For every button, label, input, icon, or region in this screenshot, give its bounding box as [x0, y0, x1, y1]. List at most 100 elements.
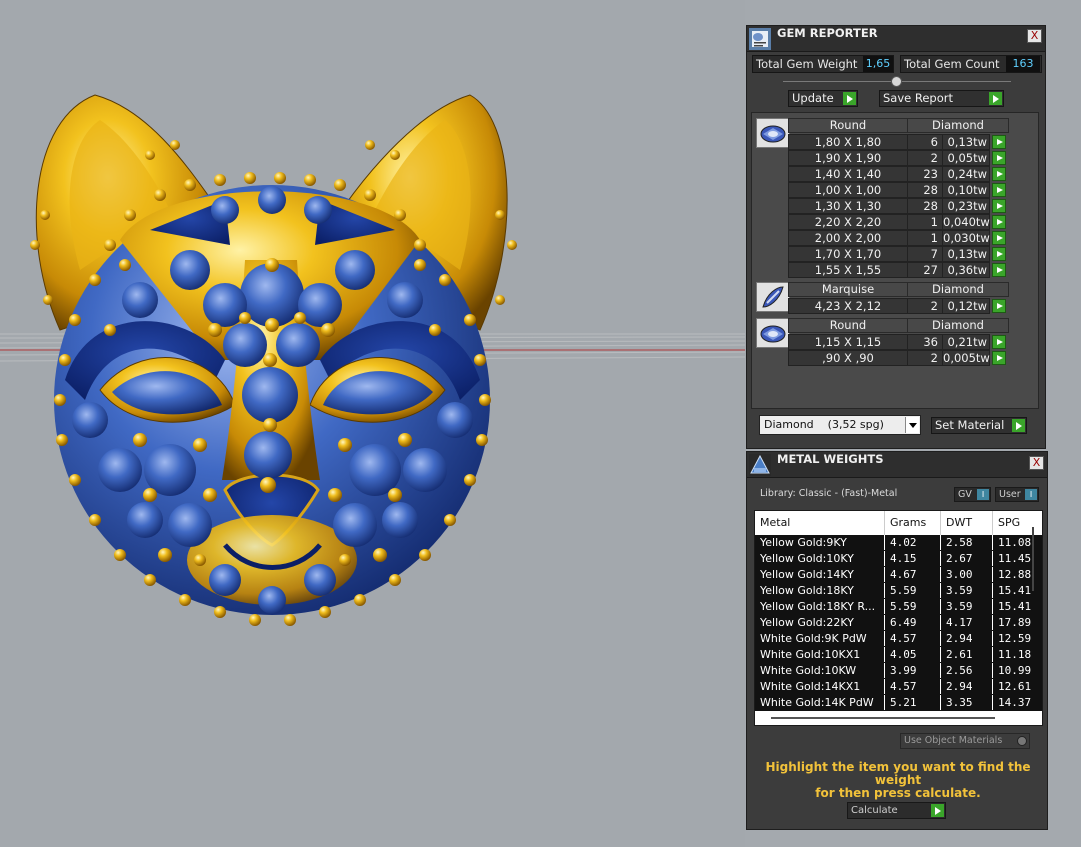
chevron-down-icon[interactable] [905, 417, 919, 433]
metal-name: Yellow Gold:22KY [755, 615, 885, 630]
metal-spg: 10.99 [993, 663, 1042, 678]
material-select[interactable]: Diamond (3,52 spg) [759, 415, 921, 435]
gem-size: 1,80 X 1,80 [788, 134, 908, 150]
gem-reporter-app-icon [749, 28, 771, 50]
table-row[interactable]: Yellow Gold:10KY 4.15 2.67 11.45 [755, 551, 1042, 567]
cat-head-render [0, 94, 745, 626]
metal-weights-titlebar[interactable]: METAL WEIGHTS X [747, 452, 1047, 478]
save-report-button[interactable]: Save Report [879, 90, 1004, 107]
close-icon[interactable]: X [1027, 29, 1042, 43]
gem-group-shape: Round [788, 118, 908, 133]
metal-spg: 15.41 [993, 583, 1042, 598]
metal-dwt: 2.61 [941, 647, 993, 662]
metal-dwt: 2.67 [941, 551, 993, 566]
gem-reporter-panel: GEM REPORTER X Total Gem Weight 1,65 Tot… [746, 25, 1046, 449]
green-arrow-icon[interactable] [992, 351, 1006, 365]
gem-size: 1,55 X 1,55 [788, 262, 908, 278]
green-arrow-icon[interactable] [992, 199, 1006, 213]
3d-viewport[interactable] [0, 0, 745, 847]
metal-weights-table: Metal Grams DWT SPG Yellow Gold:9KY 4.02 2… [754, 510, 1043, 726]
metal-dwt: 3.59 [941, 583, 993, 598]
calculate-button[interactable]: Calculate [847, 802, 946, 819]
green-arrow-icon[interactable] [992, 263, 1006, 277]
table-row[interactable]: White Gold:14K PdW 5.21 3.35 14.37 [755, 695, 1042, 711]
table-row[interactable]: White Gold:14KX1 4.57 2.94 12.61 [755, 679, 1042, 695]
gem-group-shape: Marquise [788, 282, 908, 297]
metal-dwt: 2.58 [941, 535, 993, 550]
green-arrow-icon [931, 804, 944, 817]
metal-weights-app-icon [749, 454, 771, 476]
metal-grams: 4.15 [885, 551, 941, 566]
column-header-dwt[interactable]: DWT [941, 511, 993, 535]
metal-name: White Gold:10KX1 [755, 647, 885, 662]
table-row[interactable]: White Gold:9K PdW 4.57 2.94 12.59 [755, 631, 1042, 647]
gem-reporter-titlebar[interactable]: GEM REPORTER X [747, 26, 1045, 52]
metal-dwt: 3.35 [941, 695, 993, 710]
metal-spg: 11.45 [993, 551, 1042, 566]
table-row[interactable]: Yellow Gold:22KY 6.49 4.17 17.89 [755, 615, 1042, 631]
gem-weight: 0,005tw [942, 350, 990, 366]
gem-count: 2 [907, 150, 943, 166]
gem-group-material: Diamond [907, 118, 1009, 133]
green-arrow-icon[interactable] [992, 231, 1006, 245]
metal-name: White Gold:14KX1 [755, 679, 885, 694]
metal-name: Yellow Gold:14KY [755, 567, 885, 582]
metal-grams: 4.02 [885, 535, 941, 550]
green-arrow-icon[interactable] [992, 151, 1006, 165]
gem-group-material: Diamond [907, 318, 1009, 333]
table-row[interactable]: Yellow Gold:18KY 5.59 3.59 15.41 [755, 583, 1042, 599]
gem-size: 1,30 X 1,30 [788, 198, 908, 214]
table-row[interactable]: Yellow Gold:14KY 4.67 3.00 12.88 [755, 567, 1042, 583]
green-arrow-icon[interactable] [992, 183, 1006, 197]
green-arrow-icon[interactable] [992, 299, 1006, 313]
metal-spg: 11.18 [993, 647, 1042, 662]
green-arrow-icon[interactable] [992, 135, 1006, 149]
radio-icon[interactable] [1017, 736, 1027, 746]
gem-weight: 0,040tw [942, 214, 990, 230]
use-object-materials-option[interactable]: Use Object Materials [900, 733, 1030, 749]
green-arrow-icon[interactable] [992, 335, 1006, 349]
column-header-metal[interactable]: Metal [755, 511, 885, 535]
gem-count: 28 [907, 182, 943, 198]
use-object-materials-label: Use Object Materials [904, 735, 1003, 746]
marquise-gem-icon[interactable] [756, 282, 790, 312]
metal-dwt: 2.56 [941, 663, 993, 678]
material-select-value: Diamond (3,52 spg) [764, 418, 884, 431]
green-arrow-icon[interactable] [992, 247, 1006, 261]
gem-weight: 0,12tw [942, 298, 990, 314]
column-header-grams[interactable]: Grams [885, 511, 941, 535]
calculate-button-label: Calculate [851, 805, 898, 816]
instruction-line-2: for then press calculate. [815, 786, 981, 800]
round-gem-icon[interactable] [756, 318, 790, 348]
table-row[interactable]: White Gold:10KW 3.99 2.56 10.99 [755, 663, 1042, 679]
instruction-text: Highlight the item you want to find the … [757, 761, 1039, 800]
slider-handle[interactable] [891, 76, 902, 87]
vertical-scrollbar[interactable] [1032, 527, 1034, 591]
table-row[interactable]: Yellow Gold:9KY 4.02 2.58 11.08 [755, 535, 1042, 551]
set-material-button-label: Set Material [935, 418, 1005, 432]
metal-spg: 12.61 [993, 679, 1042, 694]
close-icon[interactable]: X [1029, 456, 1044, 470]
table-row[interactable]: White Gold:10KX1 4.05 2.61 11.18 [755, 647, 1042, 663]
green-arrow-icon[interactable] [992, 215, 1006, 229]
metal-weights-title: METAL WEIGHTS [777, 452, 884, 466]
metal-spg: 17.89 [993, 615, 1042, 630]
user-toggle[interactable]: User I [995, 487, 1039, 502]
set-material-button[interactable]: Set Material [931, 417, 1027, 434]
metal-grams: 4.57 [885, 631, 941, 646]
update-button-label: Update [792, 91, 834, 105]
round-gem-icon[interactable] [756, 118, 790, 148]
gem-weight: 0,10tw [942, 182, 990, 198]
total-gem-weight-value: 1,65 [863, 56, 893, 72]
green-arrow-icon[interactable] [992, 167, 1006, 181]
gem-weight: 0,13tw [942, 134, 990, 150]
update-button[interactable]: Update [788, 90, 858, 107]
gem-weight: 0,05tw [942, 150, 990, 166]
table-row[interactable]: Yellow Gold:18KY R... 5.59 3.59 15.41 [755, 599, 1042, 615]
gem-weight: 0,030tw [942, 230, 990, 246]
gem-reporter-title: GEM REPORTER [777, 26, 878, 40]
column-header-spg[interactable]: SPG [993, 511, 1042, 535]
gem-size: 1,70 X 1,70 [788, 246, 908, 262]
gv-toggle[interactable]: GV I [954, 487, 991, 502]
horizontal-scrollbar[interactable] [771, 717, 995, 719]
